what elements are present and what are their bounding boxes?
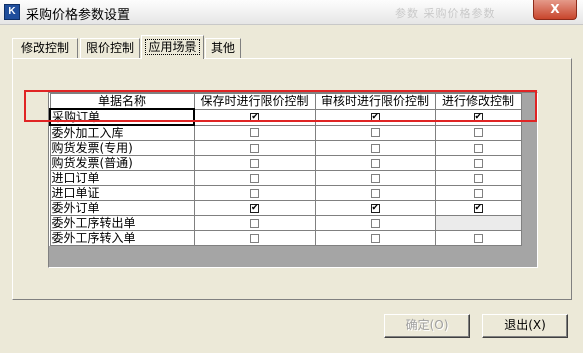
checked-checkbox-icon[interactable]: ✔ xyxy=(250,203,259,213)
column-header-audit-limit[interactable]: 审核时进行限价控制 xyxy=(314,93,436,110)
grid-header-row: 单据名称 保存时进行限价控制 审核时进行限价控制 进行修改控制 xyxy=(49,93,522,110)
window-title-background-text: 参数 采购价格参数 xyxy=(395,7,496,20)
audit-limit-cell xyxy=(314,230,436,246)
app-logo-icon: K xyxy=(4,4,20,20)
column-header-modify-control[interactable]: 进行修改控制 xyxy=(434,93,522,110)
unchecked-checkbox-icon[interactable] xyxy=(250,143,259,153)
table-row[interactable]: 委外工序转出单 xyxy=(49,215,522,231)
checked-checkbox-icon[interactable]: ✔ xyxy=(473,203,483,213)
table-row[interactable]: 委外加工入库 xyxy=(49,124,522,141)
modify-control-cell xyxy=(434,155,522,171)
document-name-cell[interactable]: 委外工序转出单 xyxy=(49,215,195,231)
audit-limit-cell xyxy=(314,140,436,156)
window-title: 采购价格参数设置 xyxy=(26,8,131,23)
unchecked-checkbox-icon[interactable] xyxy=(250,218,259,228)
dialog-window: K 采购价格参数设置 参数 采购价格参数 X 修改控制 限价控制 应用场景 其他… xyxy=(0,0,583,353)
unchecked-checkbox-icon[interactable] xyxy=(250,173,259,183)
unchecked-checkbox-icon[interactable] xyxy=(370,143,380,153)
save-limit-cell xyxy=(193,185,316,201)
save-limit-cell xyxy=(193,140,316,156)
document-name-cell[interactable]: 进口订单 xyxy=(49,170,195,186)
modify-control-cell xyxy=(434,185,522,201)
audit-limit-cell: ✔ xyxy=(314,200,436,216)
document-name-cell[interactable]: 委外工序转入单 xyxy=(49,230,195,246)
tab-application-scenario[interactable]: 应用场景 xyxy=(141,35,204,59)
audit-limit-cell: ✔ xyxy=(314,108,436,126)
document-name-cell[interactable]: 委外订单 xyxy=(49,200,195,216)
unchecked-checkbox-icon[interactable] xyxy=(473,158,483,168)
document-name-cell[interactable]: 购货发票(专用) xyxy=(49,140,195,156)
table-row[interactable]: 进口订单 xyxy=(49,170,522,186)
table-row[interactable]: 购货发票(普通) xyxy=(49,155,522,171)
tab-modify-control[interactable]: 修改控制 xyxy=(12,38,78,58)
document-name-cell[interactable]: 委外加工入库 xyxy=(49,124,195,141)
tab-label: 应用场景 xyxy=(145,39,200,55)
unchecked-checkbox-icon[interactable] xyxy=(250,188,259,198)
tab-other[interactable]: 其他 xyxy=(205,38,241,58)
modify-control-cell: ✔ xyxy=(434,108,522,126)
column-header-save-limit[interactable]: 保存时进行限价控制 xyxy=(193,93,316,110)
modify-control-cell xyxy=(434,215,522,231)
close-button[interactable]: X xyxy=(533,0,577,20)
document-name-cell[interactable]: 进口单证 xyxy=(49,185,195,201)
unchecked-checkbox-icon[interactable] xyxy=(370,188,380,198)
ok-button[interactable]: 确定(O) xyxy=(384,314,470,338)
unchecked-checkbox-icon[interactable] xyxy=(473,233,483,243)
unchecked-checkbox-icon[interactable] xyxy=(370,173,380,183)
audit-limit-cell xyxy=(314,155,436,171)
table-row[interactable]: 进口单证 xyxy=(49,185,522,201)
column-header-document-name[interactable]: 单据名称 xyxy=(49,93,195,110)
save-limit-cell xyxy=(193,124,316,141)
checked-checkbox-icon[interactable]: ✔ xyxy=(370,203,380,213)
tab-label: 限价控制 xyxy=(85,41,134,55)
save-limit-cell xyxy=(193,155,316,171)
modify-control-cell xyxy=(434,124,522,141)
save-limit-cell: ✔ xyxy=(193,200,316,216)
save-limit-cell xyxy=(193,215,316,231)
unchecked-checkbox-icon[interactable] xyxy=(250,128,259,138)
tab-price-limit-control[interactable]: 限价控制 xyxy=(80,38,140,58)
unchecked-checkbox-icon[interactable] xyxy=(370,128,380,138)
audit-limit-cell xyxy=(314,124,436,141)
table-row[interactable]: 购货发票(专用) xyxy=(49,140,522,156)
table-row[interactable]: 委外订单 ✔ ✔ ✔ xyxy=(49,200,522,216)
unchecked-checkbox-icon[interactable] xyxy=(250,233,259,243)
checked-checkbox-icon[interactable]: ✔ xyxy=(473,112,483,122)
save-limit-cell xyxy=(193,170,316,186)
unchecked-checkbox-icon[interactable] xyxy=(473,143,483,153)
checked-checkbox-icon[interactable]: ✔ xyxy=(250,112,260,122)
save-limit-cell: ✔ xyxy=(193,108,316,126)
document-name-cell[interactable]: 采购订单 xyxy=(49,108,195,126)
title-bar[interactable]: K 采购价格参数设置 参数 采购价格参数 X xyxy=(0,0,583,25)
unchecked-checkbox-icon[interactable] xyxy=(370,218,380,228)
modify-control-cell xyxy=(434,230,522,246)
unchecked-checkbox-icon[interactable] xyxy=(250,158,259,168)
audit-limit-cell xyxy=(314,215,436,231)
modify-control-cell xyxy=(434,140,522,156)
audit-limit-cell xyxy=(314,185,436,201)
tab-label: 修改控制 xyxy=(20,41,69,55)
unchecked-checkbox-icon[interactable] xyxy=(370,158,380,168)
table-row[interactable]: 委外工序转入单 xyxy=(49,230,522,246)
save-limit-cell xyxy=(193,230,316,246)
unchecked-checkbox-icon[interactable] xyxy=(473,188,483,198)
modify-control-cell: ✔ xyxy=(434,200,522,216)
document-grid: 单据名称 保存时进行限价控制 审核时进行限价控制 进行修改控制 采购订单 ✔ ✔ ✔ 委… xyxy=(49,93,522,246)
tab-label: 其他 xyxy=(210,41,235,55)
unchecked-checkbox-icon[interactable] xyxy=(473,128,483,138)
checked-checkbox-icon[interactable]: ✔ xyxy=(370,112,380,122)
unchecked-checkbox-icon[interactable] xyxy=(473,173,483,183)
exit-button[interactable]: 退出(X) xyxy=(482,314,568,338)
document-name-cell[interactable]: 购货发票(普通) xyxy=(49,155,195,171)
table-row[interactable]: 采购订单 ✔ ✔ ✔ xyxy=(49,108,522,126)
unchecked-checkbox-icon[interactable] xyxy=(370,233,380,243)
audit-limit-cell xyxy=(314,170,436,186)
modify-control-cell xyxy=(434,170,522,186)
